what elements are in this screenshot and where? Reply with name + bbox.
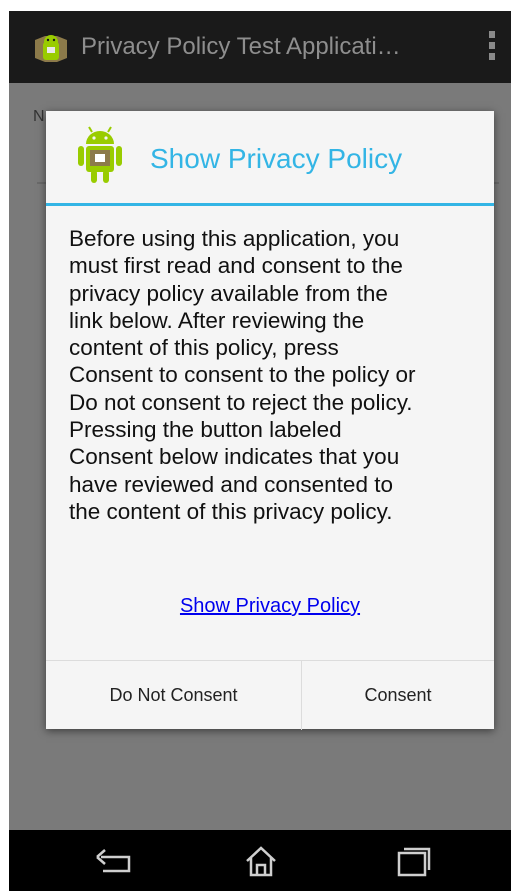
app-icon	[35, 35, 67, 62]
home-icon[interactable]	[241, 843, 281, 879]
do-not-consent-button[interactable]: Do Not Consent	[46, 661, 301, 730]
dialog-button-bar: Do Not Consent Consent	[46, 660, 494, 730]
android-icon	[78, 126, 122, 183]
dialog-title: Show Privacy Policy	[150, 143, 403, 174]
recent-apps-icon[interactable]	[393, 843, 433, 879]
background-field-label: N	[33, 108, 45, 125]
action-bar: Privacy Policy Test Applicati…	[9, 11, 511, 83]
message-line: Consent below indicates that you	[69, 444, 400, 470]
message-line: link below. After reviewing the	[69, 307, 365, 333]
message-line: have reviewed and consented to	[69, 471, 393, 497]
message-line: must first read and consent to the	[69, 253, 403, 279]
message-line: the content of this privacy policy.	[69, 498, 393, 524]
dialog-message: Before using this application, you must …	[69, 225, 479, 525]
consent-button[interactable]: Consent	[302, 661, 494, 730]
app-title: Privacy Policy Test Applicati…	[81, 33, 401, 60]
back-icon[interactable]	[93, 843, 133, 879]
message-line: Consent to consent to the policy or	[69, 362, 416, 388]
dialog-title-divider	[46, 203, 494, 206]
message-line: Before using this application, you	[69, 226, 400, 251]
message-line: Pressing the button labeled	[69, 417, 342, 443]
privacy-policy-link[interactable]: Show Privacy Policy	[46, 595, 494, 618]
privacy-dialog: Show Privacy Policy Before using this ap…	[46, 111, 494, 730]
message-line: content of this policy, press	[69, 335, 339, 361]
overflow-menu-icon[interactable]	[487, 31, 497, 65]
navigation-bar	[9, 830, 511, 891]
message-line: Do not consent to reject the policy.	[69, 389, 413, 415]
phone-screen: Privacy Policy Test Applicati… N Show Pr…	[9, 11, 511, 891]
message-line: privacy policy available from the	[69, 280, 388, 306]
